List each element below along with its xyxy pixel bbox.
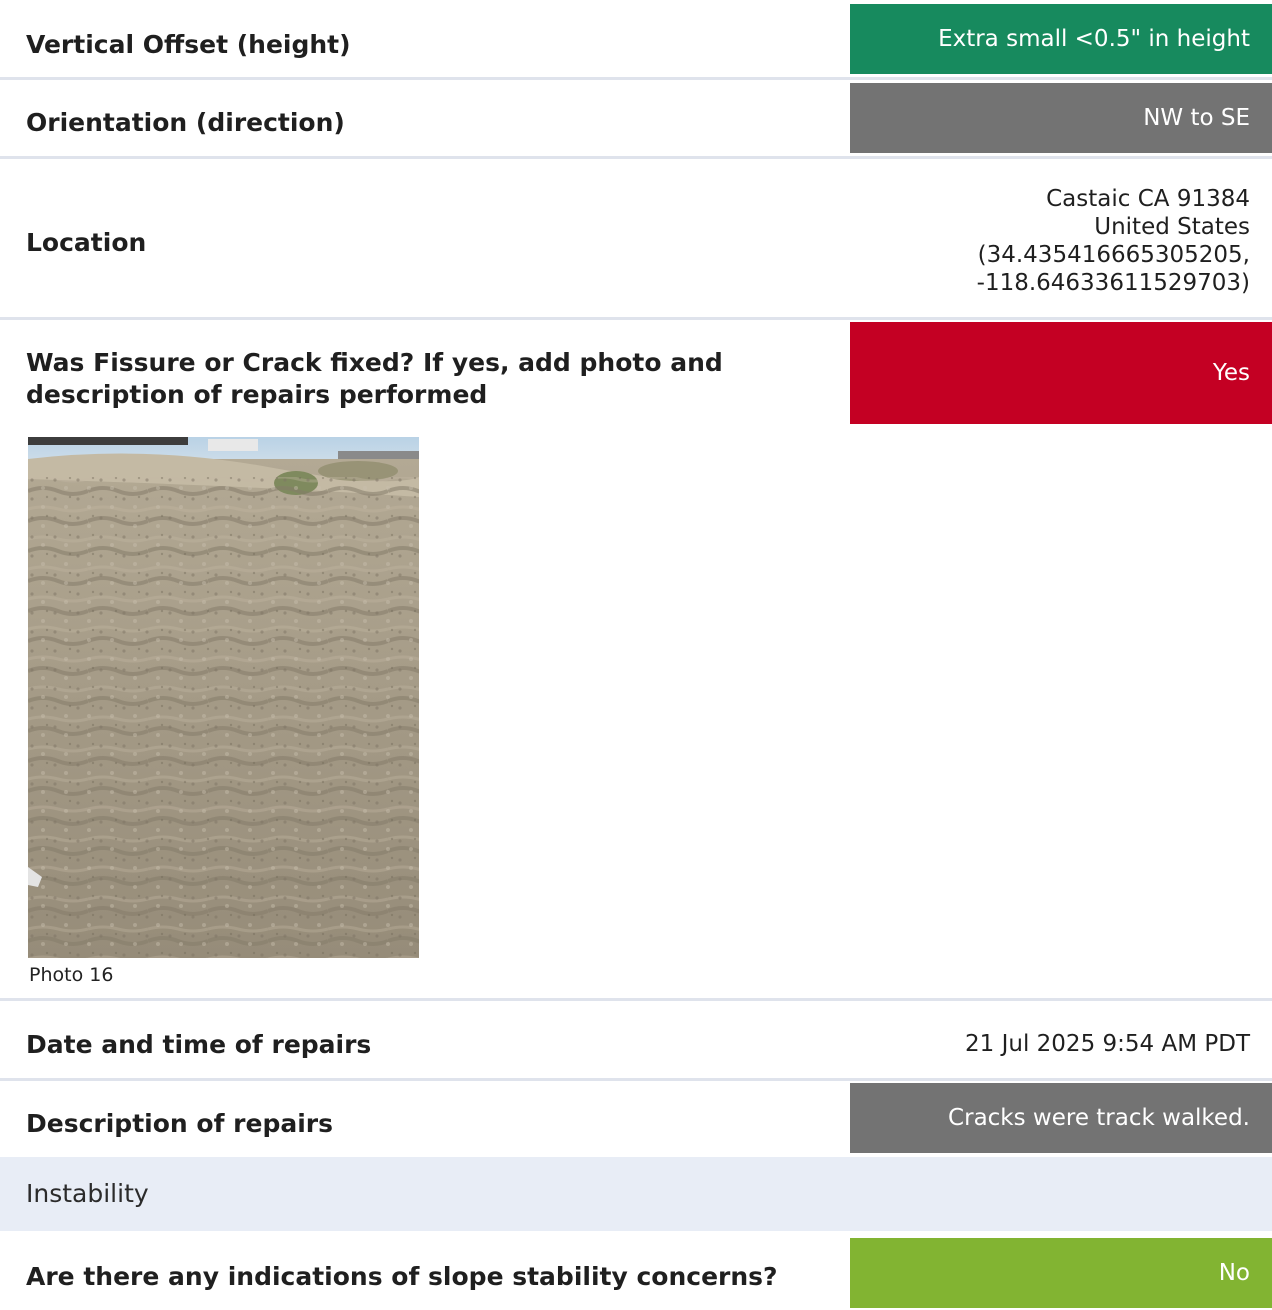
field-row-slope-stability: Are there any indications of slope stabi… [0,1231,1272,1310]
value-badge: NW to SE [850,83,1272,153]
location-address[interactable]: Castaic CA 91384 United States (34.43541… [977,185,1250,297]
photo-caption: Photo 16 [29,964,114,986]
coordinates-line: -118.64633611529703) [976,270,1250,296]
field-row-repair-description: Description of repairs Cracks were track… [0,1081,1272,1157]
field-label: Location [26,228,147,257]
field-row-orientation: Orientation (direction) NW to SE [0,80,1272,156]
address-line: Castaic CA 91384 [1046,186,1250,212]
value-badge: No [850,1238,1272,1308]
field-row-location: Location Castaic CA 91384 United States … [0,159,1272,317]
coordinates-line: (34.435416665305205, [977,242,1250,268]
value-badge: Cracks were track walked. [850,1083,1272,1153]
address-line: United States [1094,214,1250,240]
repair-datetime: 21 Jul 2025 9:54 AM PDT [965,1031,1250,1057]
section-title: Instability [26,1179,149,1208]
repair-photo[interactable] [28,437,419,958]
field-label: Date and time of repairs [26,1030,372,1059]
field-label: Vertical Offset (height) [26,30,351,59]
field-label: Description of repairs [26,1109,333,1138]
field-label: Are there any indications of slope stabi… [26,1262,778,1291]
value-badge: Extra small <0.5" in height [850,4,1272,74]
field-label: Orientation (direction) [26,108,345,137]
field-label: Was Fissure or Crack fixed? If yes, add … [26,348,723,409]
field-row-vertical-offset: Vertical Offset (height) Extra small <0.… [0,0,1272,78]
dirt-ground-image [28,437,419,958]
section-header-instability: Instability [0,1157,1272,1231]
field-row-repair-date: Date and time of repairs 21 Jul 2025 9:5… [0,1001,1272,1078]
value-badge: Yes [850,322,1272,424]
